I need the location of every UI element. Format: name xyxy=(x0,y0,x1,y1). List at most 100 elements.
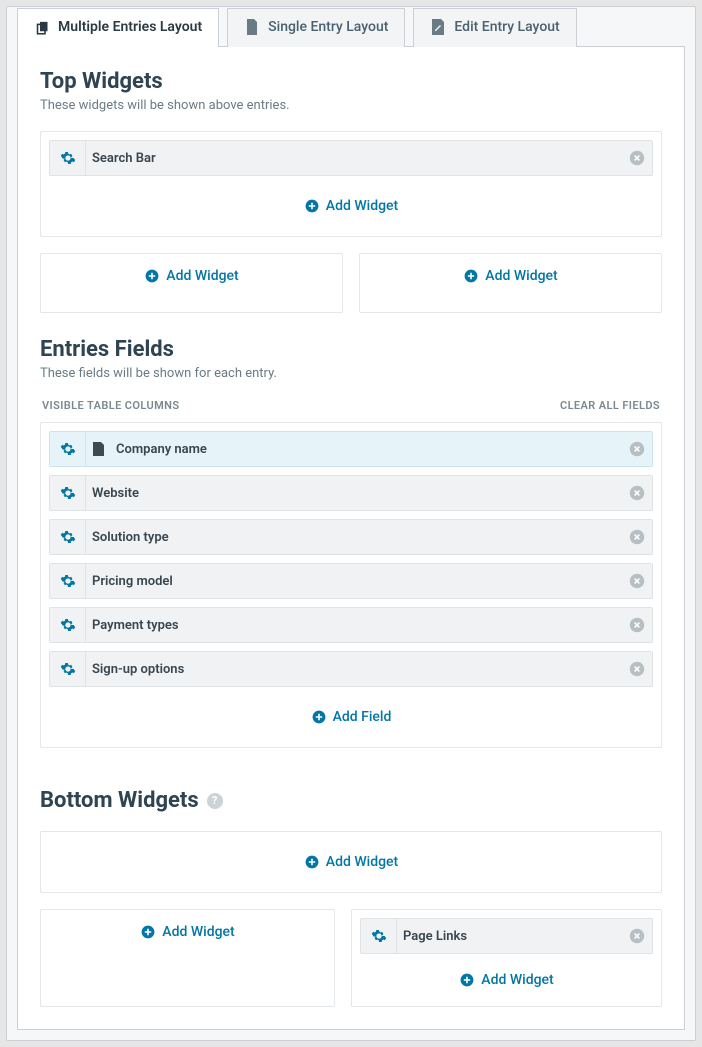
entries-fields-title: Entries Fields xyxy=(40,337,662,362)
close-icon xyxy=(629,661,645,677)
visible-columns-label: VISIBLE TABLE COLUMNS xyxy=(42,399,179,412)
gear-icon xyxy=(60,617,76,633)
field-remove-button[interactable] xyxy=(622,573,652,589)
add-widget-button[interactable]: Add Widget xyxy=(49,184,653,228)
field-remove-button[interactable] xyxy=(622,441,652,457)
document-icon xyxy=(244,19,260,35)
plus-circle-icon xyxy=(311,709,327,725)
close-icon xyxy=(629,441,645,457)
bottom-widgets-title: Bottom Widgets ? xyxy=(40,788,662,813)
field-settings-button[interactable] xyxy=(50,476,86,510)
gear-icon xyxy=(60,661,76,677)
close-icon xyxy=(629,928,645,944)
top-widgets-columns: Add Widget Add Widget xyxy=(40,253,662,313)
field-remove-button[interactable] xyxy=(622,485,652,501)
edit-document-icon xyxy=(430,19,446,35)
close-icon xyxy=(629,150,645,166)
add-widget-button[interactable]: Add Widget xyxy=(41,910,334,954)
tab-edit-entry[interactable]: Edit Entry Layout xyxy=(413,8,576,47)
widget-label: Page Links xyxy=(397,929,622,944)
widget-row[interactable]: Page Links xyxy=(360,918,653,954)
add-widget-button[interactable]: Add Widget xyxy=(49,840,653,884)
layout-editor-frame: Multiple Entries Layout Single Entry Lay… xyxy=(6,6,696,1041)
tab-multiple-entries[interactable]: Multiple Entries Layout xyxy=(17,8,219,47)
gear-icon xyxy=(60,485,76,501)
add-widget-button[interactable]: Add Widget xyxy=(360,254,661,298)
plus-circle-icon xyxy=(459,972,475,988)
entries-fields-desc: These fields will be shown for each entr… xyxy=(40,366,662,381)
gear-icon xyxy=(60,150,76,166)
field-settings-button[interactable] xyxy=(50,564,86,598)
top-widgets-col-left: Add Widget xyxy=(40,253,343,313)
plus-circle-icon xyxy=(304,854,320,870)
field-row[interactable]: Solution type xyxy=(49,519,653,555)
add-widget-label: Add Widget xyxy=(326,198,398,214)
field-settings-button[interactable] xyxy=(50,652,86,686)
bottom-widgets-col-right: Page Links Add Widget xyxy=(351,909,662,1007)
plus-circle-icon xyxy=(140,924,156,940)
field-row[interactable]: Pricing model xyxy=(49,563,653,599)
help-icon[interactable]: ? xyxy=(207,793,223,809)
entries-fields-area: Company name Website Solution type Pricing … xyxy=(40,422,662,748)
bottom-widgets-columns: Add Widget Page Links Add Widget xyxy=(40,909,662,1007)
tab-label: Edit Entry Layout xyxy=(454,19,559,35)
field-row[interactable]: Sign-up options xyxy=(49,651,653,687)
bottom-widgets-area: Add Widget xyxy=(40,831,662,893)
tabs: Multiple Entries Layout Single Entry Lay… xyxy=(7,8,695,47)
gear-icon xyxy=(60,441,76,457)
plus-circle-icon xyxy=(463,268,479,284)
tab-label: Single Entry Layout xyxy=(268,19,388,35)
close-icon xyxy=(629,485,645,501)
top-widgets-col-right: Add Widget xyxy=(359,253,662,313)
add-widget-label: Add Widget xyxy=(326,854,398,870)
top-widgets-area: Search Bar Add Widget xyxy=(40,131,662,237)
field-label: Sign-up options xyxy=(86,662,622,677)
tab-label: Multiple Entries Layout xyxy=(58,19,202,35)
top-widgets-desc: These widgets will be shown above entrie… xyxy=(40,98,662,113)
gear-icon xyxy=(371,928,387,944)
widget-row[interactable]: Search Bar xyxy=(49,140,653,176)
field-remove-button[interactable] xyxy=(622,661,652,677)
close-icon xyxy=(629,573,645,589)
widget-remove-button[interactable] xyxy=(622,150,652,166)
field-label: Website xyxy=(86,486,622,501)
tab-single-entry[interactable]: Single Entry Layout xyxy=(227,8,405,47)
clear-all-fields-button[interactable]: CLEAR ALL FIELDS xyxy=(560,399,660,412)
add-widget-button[interactable]: Add Widget xyxy=(41,254,342,298)
field-label: Pricing model xyxy=(86,574,622,589)
add-widget-button[interactable]: Add Widget xyxy=(360,962,653,998)
entries-meta-row: VISIBLE TABLE COLUMNS CLEAR ALL FIELDS xyxy=(40,399,662,412)
gear-icon xyxy=(60,573,76,589)
widget-remove-button[interactable] xyxy=(622,928,652,944)
field-settings-button[interactable] xyxy=(50,520,86,554)
add-widget-label: Add Widget xyxy=(162,924,234,940)
field-label: Solution type xyxy=(86,530,622,545)
widget-settings-button[interactable] xyxy=(361,919,397,953)
add-field-label: Add Field xyxy=(333,709,392,725)
document-icon xyxy=(86,442,110,456)
add-field-button[interactable]: Add Field xyxy=(49,695,653,739)
field-settings-button[interactable] xyxy=(50,608,86,642)
plus-circle-icon xyxy=(304,198,320,214)
top-widgets-title: Top Widgets xyxy=(40,69,662,94)
bottom-widgets-col-left: Add Widget xyxy=(40,909,335,1007)
bottom-widgets-title-text: Bottom Widgets xyxy=(40,788,199,813)
field-row[interactable]: Payment types xyxy=(49,607,653,643)
close-icon xyxy=(629,617,645,633)
panel-content: Top Widgets These widgets will be shown … xyxy=(17,46,685,1030)
field-row[interactable]: Company name xyxy=(49,431,653,467)
add-widget-label: Add Widget xyxy=(485,268,557,284)
field-row[interactable]: Website xyxy=(49,475,653,511)
field-remove-button[interactable] xyxy=(622,617,652,633)
field-remove-button[interactable] xyxy=(622,529,652,545)
widget-label: Search Bar xyxy=(86,151,622,166)
copy-icon xyxy=(34,19,50,35)
field-label: Payment types xyxy=(86,618,622,633)
close-icon xyxy=(629,529,645,545)
field-settings-button[interactable] xyxy=(50,432,86,466)
gear-icon xyxy=(60,529,76,545)
add-widget-label: Add Widget xyxy=(481,972,553,988)
widget-settings-button[interactable] xyxy=(50,141,86,175)
field-label: Company name xyxy=(110,442,622,457)
add-widget-label: Add Widget xyxy=(166,268,238,284)
